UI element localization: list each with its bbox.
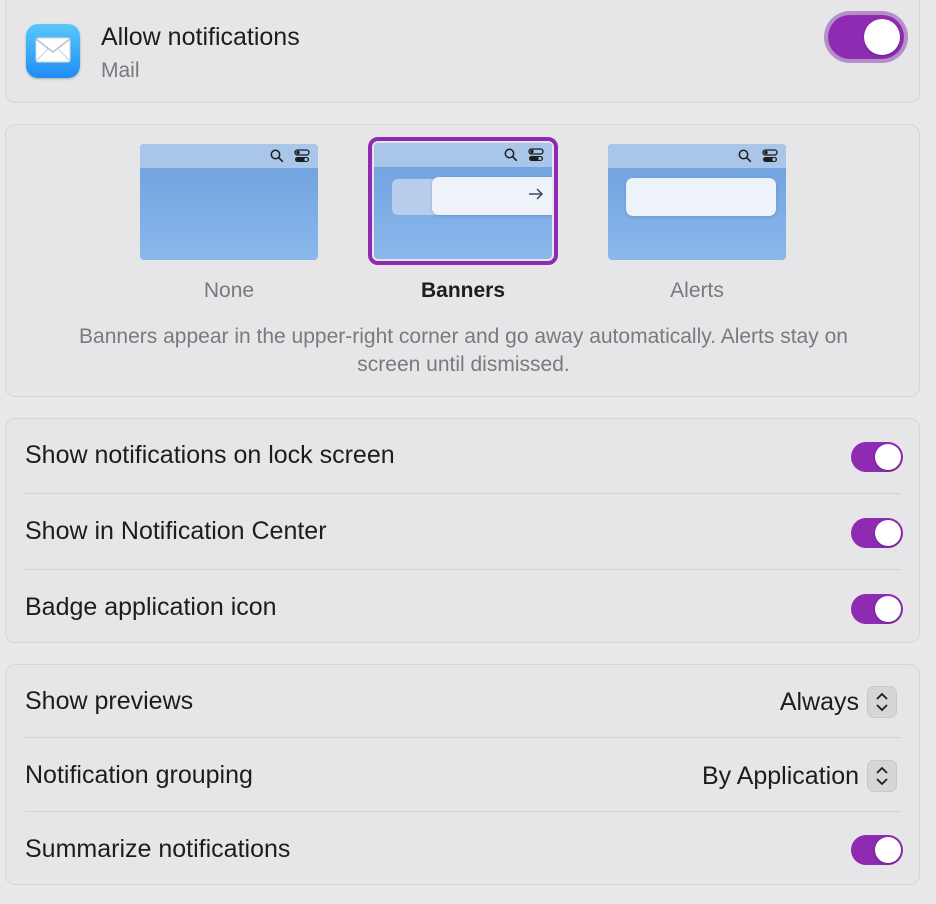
lock-screen-toggle[interactable] (851, 442, 903, 472)
notification-toggles-card: Show notifications on lock screen Show i… (5, 418, 920, 643)
divider (25, 569, 900, 570)
divider (25, 493, 900, 494)
divider (25, 811, 900, 812)
allow-notifications-label: Allow notifications (101, 23, 300, 51)
show-previews-popup[interactable]: Always (780, 685, 897, 719)
notification-grouping-row: Notification grouping By Application (6, 739, 919, 812)
notification-grouping-value: By Application (701, 761, 859, 790)
toggle-track (828, 15, 904, 59)
toggle-knob (875, 596, 901, 622)
show-previews-row: Show previews Always (6, 665, 919, 738)
menu-bar (140, 144, 318, 168)
alert-preview-card (626, 178, 776, 216)
search-icon (738, 149, 752, 163)
search-icon (504, 148, 518, 162)
divider (25, 737, 900, 738)
search-icon (270, 149, 284, 163)
alert-style-description: Banners appear in the upper-right corner… (79, 325, 848, 376)
toggle-knob (875, 444, 901, 470)
alert-style-none-option[interactable] (140, 144, 318, 260)
alert-style-alerts-label[interactable]: Alerts (597, 279, 797, 303)
banner-preview-card (432, 177, 552, 215)
app-name-label: Mail (101, 59, 140, 82)
mail-app-icon (26, 24, 80, 78)
alert-style-card: None Banners Alerts Banners appear in th… (5, 124, 920, 397)
control-center-icon (294, 149, 310, 162)
alert-style-banners-label[interactable]: Banners (363, 279, 563, 303)
allow-notifications-card: Allow notifications Mail (5, 0, 920, 103)
badge-icon-toggle[interactable] (851, 594, 903, 624)
notification-prefs-card: Show previews Always Notification groupi… (5, 664, 920, 885)
menu-bar (608, 144, 786, 168)
control-center-icon (762, 149, 778, 162)
control-center-icon (528, 148, 544, 161)
show-previews-label: Show previews (25, 687, 194, 715)
summarize-toggle[interactable] (851, 835, 903, 865)
banners-preview (374, 143, 552, 259)
lock-screen-label: Show notifications on lock screen (25, 441, 395, 469)
notification-grouping-popup[interactable]: By Application (702, 759, 897, 793)
menu-bar (374, 143, 552, 167)
badge-icon-label: Badge application icon (25, 593, 277, 621)
summarize-row: Summarize notifications (6, 813, 919, 886)
lock-screen-row: Show notifications on lock screen (6, 419, 919, 495)
toggle-knob (875, 520, 901, 546)
alert-style-alerts-option[interactable] (608, 144, 786, 260)
notification-center-label: Show in Notification Center (25, 517, 327, 545)
allow-notifications-toggle[interactable] (824, 11, 908, 63)
alert-style-banners-option[interactable] (368, 137, 558, 265)
notification-center-row: Show in Notification Center (6, 495, 919, 571)
notification-center-toggle[interactable] (851, 518, 903, 548)
chevron-up-down-icon (867, 686, 897, 718)
summarize-label: Summarize notifications (25, 835, 291, 863)
arrow-right-icon (529, 188, 544, 200)
badge-icon-row: Badge application icon (6, 571, 919, 647)
toggle-knob (875, 837, 901, 863)
chevron-up-down-icon (867, 760, 897, 792)
toggle-knob (864, 19, 900, 55)
notification-grouping-label: Notification grouping (25, 761, 253, 789)
alert-style-none-label[interactable]: None (129, 279, 329, 303)
show-previews-value: Always (779, 687, 859, 716)
